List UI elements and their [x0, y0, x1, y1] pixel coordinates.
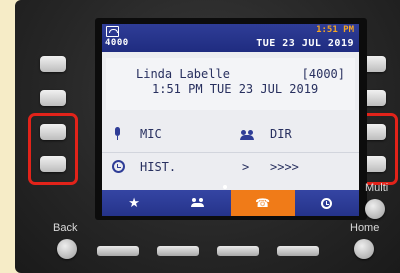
- page-indicator-dot: [223, 185, 227, 189]
- menu-item-dir-label: DIR: [270, 127, 292, 141]
- arrow-icon: >: [242, 160, 250, 174]
- menu-item-mic[interactable]: MIC: [110, 127, 162, 141]
- multi-key-label: Multi: [365, 182, 389, 194]
- caller-datetime: 1:51 PM TUE 23 JUL 2019: [152, 82, 319, 96]
- status-time: 1:51 PM: [316, 25, 354, 35]
- line-key-icon: [106, 26, 119, 37]
- caller-panel: Linda Labelle [4000] 1:51 PM TUE 23 JUL …: [106, 58, 355, 110]
- directory-icon: [240, 127, 256, 141]
- history-icon: [110, 160, 126, 174]
- menu-row: HIST. > >>>>: [102, 152, 359, 182]
- home-key-label: Home: [350, 222, 380, 234]
- contacts-icon: [191, 198, 205, 208]
- caller-extension: [4000]: [301, 67, 345, 81]
- menu-item-dir[interactable]: DIR: [240, 127, 292, 141]
- desk-phone: 4000 1:51 PM TUE 23 JUL 2019 Linda Label…: [15, 0, 400, 273]
- tab-contacts[interactable]: [166, 190, 230, 216]
- function-key-1[interactable]: [97, 246, 139, 256]
- function-key-2[interactable]: [157, 246, 199, 256]
- microphone-icon: [110, 127, 126, 141]
- menu-row: MIC DIR: [102, 120, 359, 150]
- tab-bar: [102, 190, 359, 216]
- tab-history[interactable]: [295, 190, 359, 216]
- menu-item-mic-label: MIC: [140, 127, 162, 141]
- status-date: TUE 23 JUL 2019: [256, 38, 354, 49]
- left-keys-highlight: [28, 113, 78, 185]
- function-key-3[interactable]: [217, 246, 259, 256]
- back-key[interactable]: [57, 239, 77, 259]
- status-bar: 4000 1:51 PM TUE 23 JUL 2019: [102, 24, 359, 52]
- menu-item-history-label: HIST.: [140, 160, 177, 174]
- caller-name: Linda Labelle: [136, 67, 230, 81]
- left-key-2[interactable]: [40, 90, 66, 106]
- history-icon: [321, 197, 333, 209]
- menu-item-history[interactable]: HIST.: [110, 160, 176, 174]
- tab-favorites[interactable]: [102, 190, 166, 216]
- multi-key[interactable]: [365, 199, 385, 219]
- back-key-label: Back: [53, 222, 78, 234]
- more-menu-button[interactable]: >>>>: [270, 160, 299, 174]
- phone-display: 4000 1:51 PM TUE 23 JUL 2019 Linda Label…: [102, 24, 359, 216]
- own-extension: 4000: [105, 38, 129, 48]
- function-key-4[interactable]: [277, 246, 319, 256]
- tab-phone[interactable]: [230, 190, 295, 216]
- left-key-1[interactable]: [40, 56, 66, 72]
- home-key[interactable]: [354, 239, 374, 259]
- softkey-menu: MIC DIR HIST. > >>>>: [102, 118, 359, 186]
